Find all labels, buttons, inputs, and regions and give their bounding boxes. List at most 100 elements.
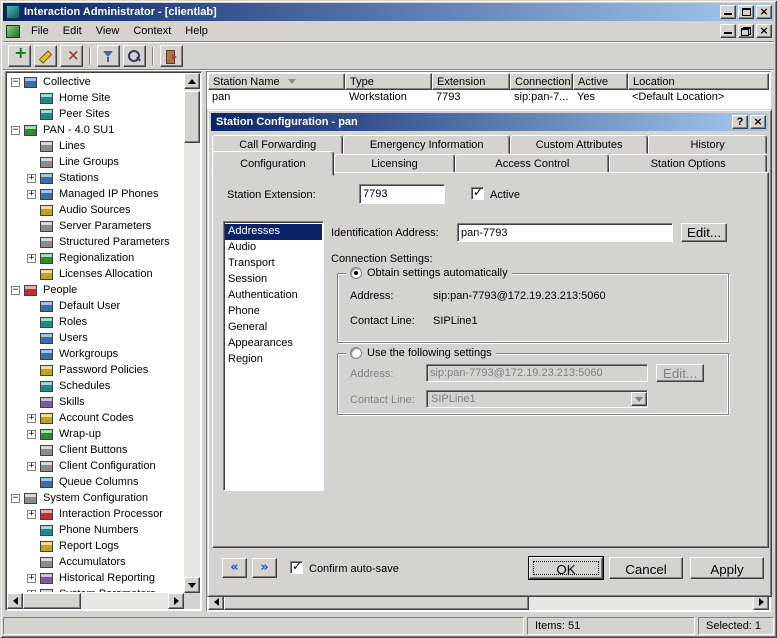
scroll-left-button[interactable]: [7, 593, 23, 609]
tab-licensing[interactable]: Licensing: [334, 154, 456, 173]
scroll-track[interactable]: [81, 593, 168, 609]
menu-edit[interactable]: Edit: [56, 22, 89, 40]
scroll-thumb[interactable]: [23, 593, 81, 609]
apply-button[interactable]: Apply: [690, 557, 764, 579]
tree-item-home-site[interactable]: Home Site: [8, 90, 183, 106]
dialog-titlebar[interactable]: Station Configuration - pan ? ×: [211, 113, 768, 131]
plus-expander-icon[interactable]: +: [27, 510, 36, 519]
minus-expander-icon[interactable]: −: [11, 494, 20, 503]
scroll-thumb[interactable]: [184, 91, 200, 143]
filter-button[interactable]: [97, 45, 120, 67]
tree-item-workgroups[interactable]: Workgroups: [8, 346, 183, 362]
column-header-connection[interactable]: Connection: [510, 73, 573, 90]
plus-expander-icon[interactable]: +: [27, 574, 36, 583]
tree-item-schedules[interactable]: Schedules: [8, 378, 183, 394]
tree-item-historical-reporting[interactable]: +Historical Reporting: [8, 570, 183, 586]
tab-custom-attributes[interactable]: Custom Attributes: [510, 135, 648, 154]
use-following-radio[interactable]: [350, 347, 362, 359]
tree-item-password-policies[interactable]: Password Policies: [8, 362, 183, 378]
column-header-station-name[interactable]: Station Name: [208, 73, 345, 90]
plus-expander-icon[interactable]: +: [27, 254, 36, 263]
tab-access-control[interactable]: Access Control: [455, 154, 609, 173]
document-icon[interactable]: [6, 25, 20, 38]
menu-context[interactable]: Context: [126, 22, 178, 40]
tree-item-client-configuration[interactable]: +Client Configuration: [8, 458, 183, 474]
mdi-minimize-button[interactable]: [720, 24, 736, 38]
tree-item-people[interactable]: −People: [8, 282, 183, 298]
confirm-autosave-checkbox[interactable]: [290, 561, 303, 574]
logout-button[interactable]: [160, 45, 183, 67]
list-item-region[interactable]: Region: [225, 352, 322, 368]
active-checkbox[interactable]: [471, 187, 484, 200]
scroll-right-button[interactable]: [168, 593, 184, 609]
tree-item-default-user[interactable]: Default User: [8, 298, 183, 314]
scroll-down-button[interactable]: [184, 577, 200, 593]
minus-expander-icon[interactable]: −: [11, 78, 20, 87]
tree-vertical-scrollbar[interactable]: [184, 73, 200, 593]
tab-history[interactable]: History: [648, 135, 767, 154]
add-button[interactable]: [8, 45, 31, 67]
scroll-up-button[interactable]: [184, 73, 200, 89]
column-header-extension[interactable]: Extension: [432, 73, 510, 90]
column-header-type[interactable]: Type: [345, 73, 432, 90]
tree-item-accumulators[interactable]: Accumulators: [8, 554, 183, 570]
scroll-track[interactable]: [184, 89, 200, 577]
delete-button[interactable]: [60, 45, 83, 67]
previous-station-button[interactable]: «: [222, 558, 247, 578]
identification-address-input[interactable]: [457, 223, 673, 242]
tree-item-system-parameters[interactable]: +System Parameters: [8, 586, 183, 592]
menu-help[interactable]: Help: [178, 22, 215, 40]
tree-item-licenses-allocation[interactable]: Licenses Allocation: [8, 266, 183, 282]
tree-item-wrap-up[interactable]: +Wrap-up: [8, 426, 183, 442]
minimize-button[interactable]: [720, 5, 736, 19]
tree-item-managed-ip-phones[interactable]: +Managed IP Phones: [8, 186, 183, 202]
tree-item-line-groups[interactable]: Line Groups: [8, 154, 183, 170]
minus-expander-icon[interactable]: −: [11, 286, 20, 295]
cancel-button[interactable]: Cancel: [609, 557, 683, 579]
list-item-general[interactable]: General: [225, 320, 322, 336]
next-station-button[interactable]: »: [252, 558, 277, 578]
ok-button[interactable]: OK: [529, 557, 603, 579]
close-button[interactable]: ×: [756, 5, 772, 19]
list-item-phone[interactable]: Phone: [225, 304, 322, 320]
tree-item-regionalization[interactable]: +Regionalization: [8, 250, 183, 266]
plus-expander-icon[interactable]: +: [27, 414, 36, 423]
search-button[interactable]: [123, 45, 146, 67]
tree-item-system-configuration[interactable]: −System Configuration: [8, 490, 183, 506]
tree-item-pan-4-0-su1[interactable]: −PAN - 4.0 SU1: [8, 122, 183, 138]
mdi-restore-button[interactable]: [738, 24, 754, 38]
tree-item-phone-numbers[interactable]: Phone Numbers: [8, 522, 183, 538]
tree-item-server-parameters[interactable]: Server Parameters: [8, 218, 183, 234]
tab-station-options[interactable]: Station Options: [609, 154, 767, 173]
menu-file[interactable]: File: [24, 22, 56, 40]
tree-horizontal-scrollbar[interactable]: [7, 593, 184, 609]
window-titlebar[interactable]: Interaction Administrator - [clientlab] …: [3, 3, 774, 21]
plus-expander-icon[interactable]: +: [27, 174, 36, 183]
tab-configuration[interactable]: Configuration: [212, 151, 334, 176]
station-row[interactable]: pan Workstation 7793 sip:pan-7... Yes <D…: [208, 90, 769, 106]
list-item-authentication[interactable]: Authentication: [225, 288, 322, 304]
edit-identification-button[interactable]: Edit...: [681, 223, 727, 242]
list-item-audio[interactable]: Audio: [225, 240, 322, 256]
tree-item-collective[interactable]: −Collective: [8, 74, 183, 90]
tree-item-peer-sites[interactable]: Peer Sites: [8, 106, 183, 122]
list-item-appearances[interactable]: Appearances: [225, 336, 322, 352]
edit-button[interactable]: [34, 45, 57, 67]
list-item-transport[interactable]: Transport: [225, 256, 322, 272]
tree-item-account-codes[interactable]: +Account Codes: [8, 410, 183, 426]
tree-item-structured-parameters[interactable]: Structured Parameters: [8, 234, 183, 250]
plus-expander-icon[interactable]: +: [27, 590, 36, 593]
plus-expander-icon[interactable]: +: [27, 190, 36, 199]
station-extension-input[interactable]: [359, 184, 445, 204]
dialog-close-button[interactable]: ×: [750, 115, 766, 129]
tree-item-roles[interactable]: Roles: [8, 314, 183, 330]
mdi-close-button[interactable]: ×: [756, 24, 772, 38]
menu-view[interactable]: View: [89, 22, 127, 40]
list-item-addresses[interactable]: Addresses: [225, 224, 322, 240]
tree-item-queue-columns[interactable]: Queue Columns: [8, 474, 183, 490]
tree-item-report-logs[interactable]: Report Logs: [8, 538, 183, 554]
tree-item-audio-sources[interactable]: Audio Sources: [8, 202, 183, 218]
tree-item-users[interactable]: Users: [8, 330, 183, 346]
tree-item-stations[interactable]: +Stations: [8, 170, 183, 186]
tree-item-client-buttons[interactable]: Client Buttons: [8, 442, 183, 458]
